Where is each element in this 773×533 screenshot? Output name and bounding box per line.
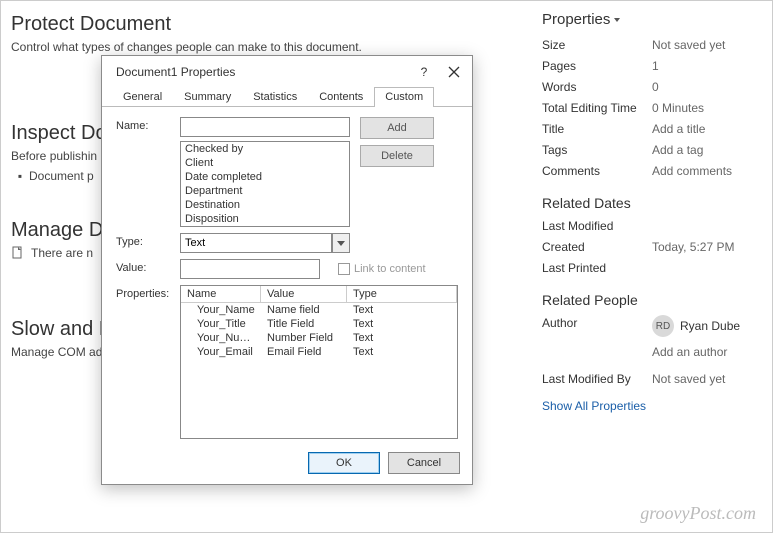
name-input[interactable] xyxy=(180,117,350,137)
property-row: TagsAdd a tag xyxy=(542,139,760,160)
property-value[interactable]: 0 Minutes xyxy=(652,101,704,115)
delete-button[interactable]: Delete xyxy=(360,145,434,167)
property-value[interactable]: Add comments xyxy=(652,164,732,178)
cell: Email Field xyxy=(261,345,347,359)
list-item[interactable]: Date completed xyxy=(181,170,349,184)
related-dates-heading: Related Dates xyxy=(542,195,760,211)
table-row[interactable]: Your_TitleTitle FieldText xyxy=(181,317,457,331)
tab-custom[interactable]: Custom xyxy=(374,87,434,107)
property-row: SizeNot saved yet xyxy=(542,34,760,55)
table-row[interactable]: Your_Nu…Number FieldText xyxy=(181,331,457,345)
type-combobox[interactable] xyxy=(180,233,350,253)
cell: Your_Title xyxy=(181,317,261,331)
date-key: Created xyxy=(542,240,652,254)
property-row: CommentsAdd comments xyxy=(542,160,760,181)
add-button[interactable]: Add xyxy=(360,117,434,139)
value-label: Value: xyxy=(116,259,180,274)
bullet-icon: ▪ xyxy=(17,169,23,183)
link-to-content-checkbox[interactable] xyxy=(338,263,350,275)
property-key: Pages xyxy=(542,59,652,73)
cell: Your_Email xyxy=(181,345,261,359)
add-author-link[interactable]: Add an author xyxy=(652,345,727,359)
date-row: CreatedToday, 5:27 PM xyxy=(542,236,760,257)
tab-summary[interactable]: Summary xyxy=(173,87,242,107)
table-row[interactable]: Your_NameName fieldText xyxy=(181,303,457,317)
show-all-properties-link[interactable]: Show All Properties xyxy=(542,399,646,413)
cell: Name field xyxy=(261,303,347,317)
protect-heading: Protect Document xyxy=(11,13,518,36)
cell: Your_Nu… xyxy=(181,331,261,345)
cell: Title Field xyxy=(261,317,347,331)
property-key: Comments xyxy=(542,164,652,178)
properties-table[interactable]: Name Value Type Your_NameName fieldTextY… xyxy=(180,285,458,439)
name-suggestions-list[interactable]: Checked byClientDate completedDepartment… xyxy=(180,141,350,227)
lastmod-value: Not saved yet xyxy=(652,372,725,386)
cell: Text xyxy=(347,317,457,331)
list-item[interactable]: Checked by xyxy=(181,142,349,156)
avatar[interactable]: RD xyxy=(652,315,674,337)
property-value[interactable]: Add a title xyxy=(652,122,705,136)
tab-contents[interactable]: Contents xyxy=(308,87,374,107)
author-name[interactable]: Ryan Dube xyxy=(680,319,740,333)
col-value[interactable]: Value xyxy=(261,286,347,302)
lastmod-label: Last Modified By xyxy=(542,372,652,386)
inspect-bullet-text: Document p xyxy=(29,169,94,183)
properties-label: Properties: xyxy=(116,285,180,439)
property-row: Pages1 xyxy=(542,55,760,76)
property-value[interactable]: Add a tag xyxy=(652,143,703,157)
date-row: Last Printed xyxy=(542,257,760,278)
ok-button[interactable]: OK xyxy=(308,452,380,474)
property-row: Total Editing Time0 Minutes xyxy=(542,97,760,118)
property-value[interactable]: 0 xyxy=(652,80,659,94)
cell: Text xyxy=(347,331,457,345)
property-row: Words0 xyxy=(542,76,760,97)
cell: Text xyxy=(347,303,457,317)
date-value: Today, 5:27 PM xyxy=(652,240,735,254)
watermark: groovyPost.com xyxy=(640,503,756,524)
list-item[interactable]: Destination xyxy=(181,198,349,212)
date-key: Last Modified xyxy=(542,219,652,233)
manage-sub: There are n xyxy=(31,246,93,260)
property-row: TitleAdd a title xyxy=(542,118,760,139)
chevron-down-icon[interactable] xyxy=(332,233,350,253)
dialog-title: Document1 Properties xyxy=(116,65,235,79)
cancel-button[interactable]: Cancel xyxy=(388,452,460,474)
close-icon[interactable] xyxy=(446,64,462,80)
related-people-heading: Related People xyxy=(542,292,760,308)
dialog-help-button[interactable]: ? xyxy=(416,64,432,80)
tab-statistics[interactable]: Statistics xyxy=(242,87,308,107)
list-item[interactable]: Department xyxy=(181,184,349,198)
date-row: Last Modified xyxy=(542,215,760,236)
property-key: Tags xyxy=(542,143,652,157)
list-item[interactable]: Client xyxy=(181,156,349,170)
tab-general[interactable]: General xyxy=(112,87,173,107)
chevron-down-icon xyxy=(614,18,620,22)
property-key: Size xyxy=(542,38,652,52)
list-item[interactable]: Disposition xyxy=(181,212,349,226)
type-label: Type: xyxy=(116,233,180,248)
table-row[interactable]: Your_EmailEmail FieldText xyxy=(181,345,457,359)
date-key: Last Printed xyxy=(542,261,652,275)
cell: Number Field xyxy=(261,331,347,345)
value-input[interactable] xyxy=(180,259,320,279)
link-to-content-label: Link to content xyxy=(354,263,426,275)
property-value[interactable]: 1 xyxy=(652,59,659,73)
properties-dialog: Document1 Properties ? GeneralSummarySta… xyxy=(101,55,473,485)
properties-dropdown[interactable]: Properties xyxy=(542,11,760,28)
property-key: Title xyxy=(542,122,652,136)
type-value[interactable] xyxy=(180,233,332,253)
col-name[interactable]: Name xyxy=(181,286,261,302)
property-key: Total Editing Time xyxy=(542,101,652,115)
property-value[interactable]: Not saved yet xyxy=(652,38,725,52)
author-label: Author xyxy=(542,316,652,330)
protect-sub: Control what types of changes people can… xyxy=(11,40,518,54)
properties-title-text: Properties xyxy=(542,11,610,28)
property-key: Words xyxy=(542,80,652,94)
document-icon xyxy=(11,246,25,260)
cell: Text xyxy=(347,345,457,359)
cell: Your_Name xyxy=(181,303,261,317)
col-type[interactable]: Type xyxy=(347,286,457,302)
name-label: Name: xyxy=(116,117,180,132)
